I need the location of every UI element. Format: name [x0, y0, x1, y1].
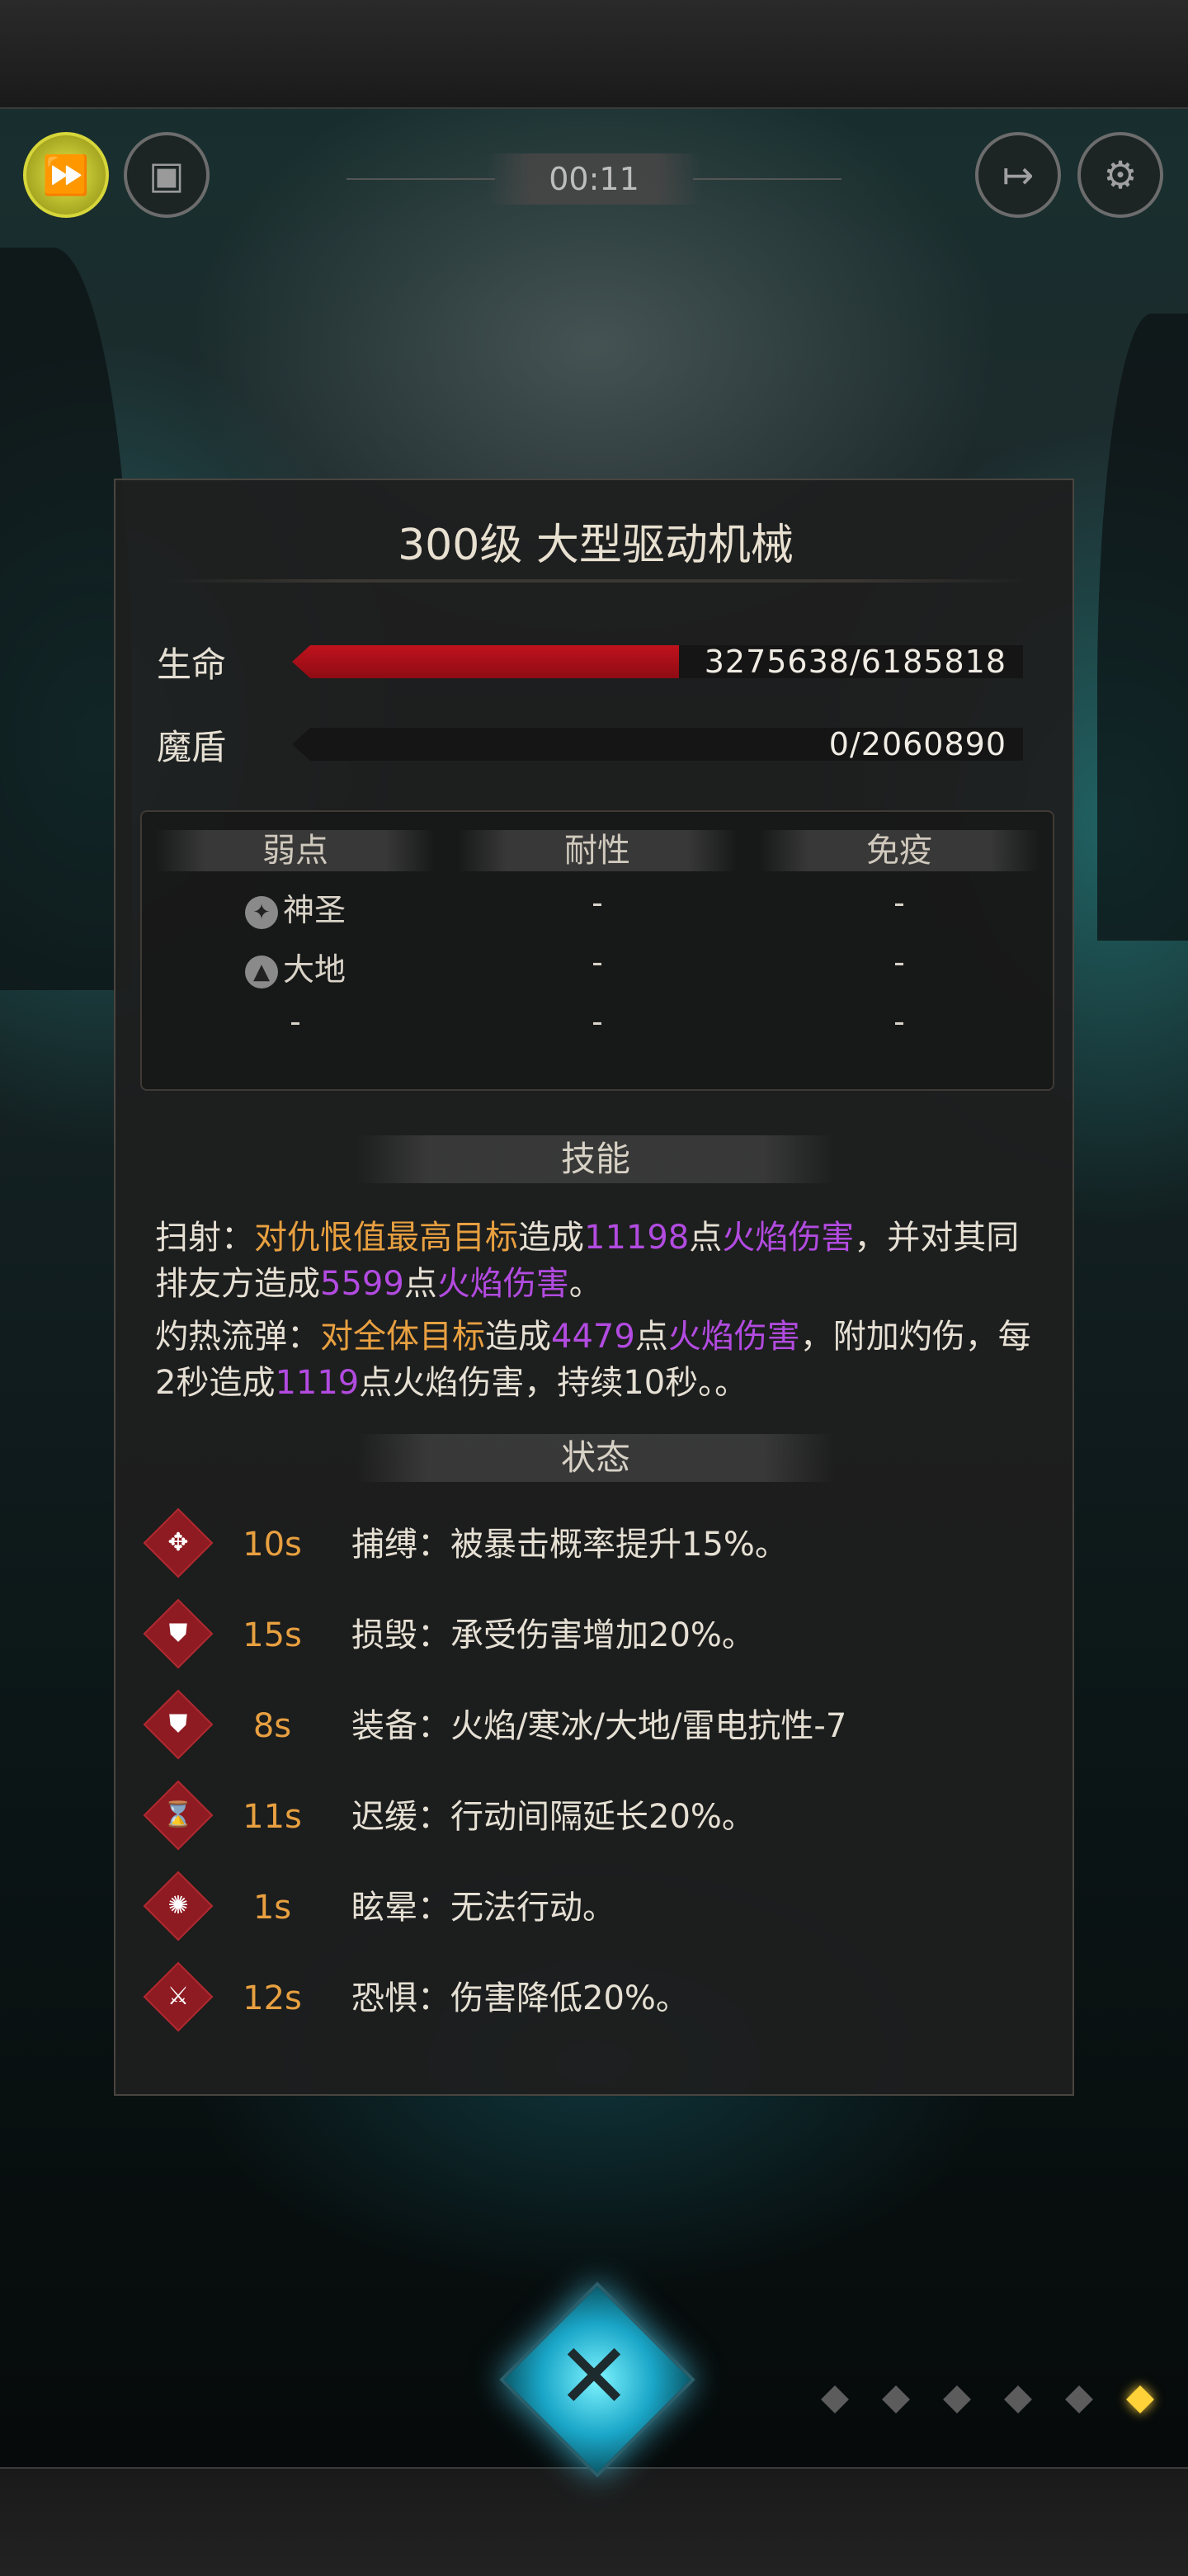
skill-name: 灼热流弹： [155, 1318, 320, 1356]
status-duration: 10s [243, 1526, 302, 1564]
skill-text: 点 [689, 1219, 723, 1257]
resistance-cell: - [592, 885, 603, 921]
exit-icon: ↦ [1002, 153, 1035, 197]
shield-glyph: ⛊ [168, 1710, 188, 1739]
resistance-cell: - [592, 1003, 603, 1040]
skill-strafe: 扫射：对仇恨值最高目标造成11198点火焰伤害，并对其同排友方造成5599点火焰… [155, 1215, 1046, 1307]
weakness-cell: ▲ 大地 [155, 944, 436, 989]
attack-button[interactable]: ✕ [495, 2277, 695, 2478]
weakness-cell: ✦ 神圣 [155, 885, 436, 930]
immunity-cell: - [893, 1003, 905, 1040]
status-row: ⌛ 11s 迟缓：行动间隔延长20%。 [140, 1780, 1048, 1851]
skill-text: 点火焰伤害，持续10秒。。 [359, 1364, 748, 1402]
status-description: 迟缓：行动间隔延长20%。 [351, 1798, 755, 1836]
fear-glyph: ⚔ [167, 1982, 190, 2011]
skill-name: 扫射： [155, 1219, 254, 1257]
status-description: 恐惧：伤害降低20%。 [351, 1979, 689, 2017]
skill-damage-value: 11198 [584, 1219, 690, 1257]
status-description: 眩晕：无法行动。 [351, 1889, 615, 1927]
title-divider [165, 579, 1026, 583]
skill-damage-value: 5599 [320, 1265, 404, 1303]
status-row: ✺ 1s 眩晕：无法行动。 [140, 1871, 1048, 1941]
capture-glyph: ✥ [167, 1528, 189, 1557]
hourglass-glyph: ⌛ [163, 1800, 194, 1829]
timer-rule-left [346, 178, 495, 180]
resistance-cell: - [592, 944, 603, 980]
hp-label: 生命 [157, 644, 227, 685]
skill-damage-type: 火焰伤害 [722, 1219, 855, 1257]
top-frame [0, 0, 1188, 109]
crossed-swords-icon: ✕ [555, 2324, 633, 2429]
status-duration: 15s [243, 1616, 302, 1654]
skills-header: 技能 [356, 1135, 835, 1183]
status-row: ⛊ 8s 装备：火焰/寒冰/大地/雷电抗性-7 [140, 1689, 1048, 1760]
timer-rule-right [693, 178, 842, 180]
weakness-cell: - [290, 1003, 301, 1040]
immunity-cell: - [893, 944, 905, 980]
status-duration: 11s [243, 1798, 302, 1836]
status-duration: 1s [252, 1889, 292, 1927]
hp-bar-fill [292, 645, 680, 678]
enemy-info-panel: 300级 大型驱动机械 生命 3275638/6185818 魔盾 0/2060… [114, 479, 1074, 2096]
skill-damage-type: 火焰伤害 [667, 1318, 800, 1356]
holy-icon: ✦ [244, 895, 278, 929]
skill-text: 点 [403, 1265, 437, 1303]
auto-battle-icon: ▣ [148, 153, 185, 197]
skill-text: 。 [568, 1265, 602, 1303]
skill-target: 对仇恨值最高目标 [254, 1219, 518, 1257]
status-row: ✥ 10s 捕缚：被暴击概率提升15%。 [140, 1507, 1048, 1578]
earth-icon: ▲ [244, 955, 278, 988]
status-row: ⚔ 12s 恐惧：伤害降低20%。 [140, 1961, 1048, 2032]
status-description: 装备：火焰/寒冰/大地/雷电抗性-7 [351, 1707, 847, 1745]
stun-glyph: ✺ [167, 1891, 189, 1920]
shield-value: 0/2060890 [828, 726, 1006, 762]
shield-glyph: ⛊ [168, 1619, 188, 1648]
exit-button[interactable]: ↦ [975, 132, 1061, 218]
weakness-name: 神圣 [282, 892, 346, 928]
auto-battle-button[interactable]: ▣ [124, 132, 210, 218]
resistance-table: 弱点 耐性 免疫 ✦ 神圣 - - ▲ 大地 - - - - - [140, 810, 1054, 1091]
status-duration: 12s [243, 1979, 302, 2017]
immunity-header: 免疫 [759, 830, 1040, 871]
skill-target: 对全体目标 [320, 1318, 485, 1356]
status-duration: 8s [252, 1707, 292, 1745]
weakness-header: 弱点 [155, 830, 436, 871]
skill-damage-type: 火焰伤害 [436, 1265, 569, 1303]
bottom-frame [0, 2467, 1188, 2576]
shield-label: 魔盾 [157, 727, 227, 767]
skill-searing-shell: 灼热流弹：对全体目标造成4479点火焰伤害，附加灼伤，每2秒造成1119点火焰伤… [155, 1314, 1046, 1406]
skill-damage-value: 4479 [551, 1318, 635, 1356]
skill-damage-value: 1119 [275, 1364, 360, 1402]
skill-text: 造成 [485, 1318, 551, 1356]
status-header: 状态 [356, 1434, 835, 1482]
fast-forward-icon: ⏩ [42, 152, 90, 197]
weakness-name: 大地 [282, 951, 346, 988]
resistance-header: 耐性 [457, 830, 738, 871]
status-description: 捕缚：被暴击概率提升15%。 [351, 1526, 788, 1564]
hp-value: 3275638/6185818 [704, 644, 1006, 680]
immunity-cell: - [893, 885, 905, 921]
skill-text: 造成 [518, 1219, 584, 1257]
skill-text: 点 [634, 1318, 668, 1356]
battle-timer: 00:11 [487, 153, 701, 205]
settings-icon: ⚙ [1103, 153, 1138, 197]
status-description: 损毁：承受伤害增加20%。 [351, 1616, 755, 1654]
enemy-title: 300级 大型驱动机械 [398, 521, 794, 570]
status-row: ⛊ 15s 损毁：承受伤害增加20%。 [140, 1598, 1048, 1669]
fast-forward-button[interactable]: ⏩ [23, 132, 109, 218]
settings-button[interactable]: ⚙ [1077, 132, 1163, 218]
